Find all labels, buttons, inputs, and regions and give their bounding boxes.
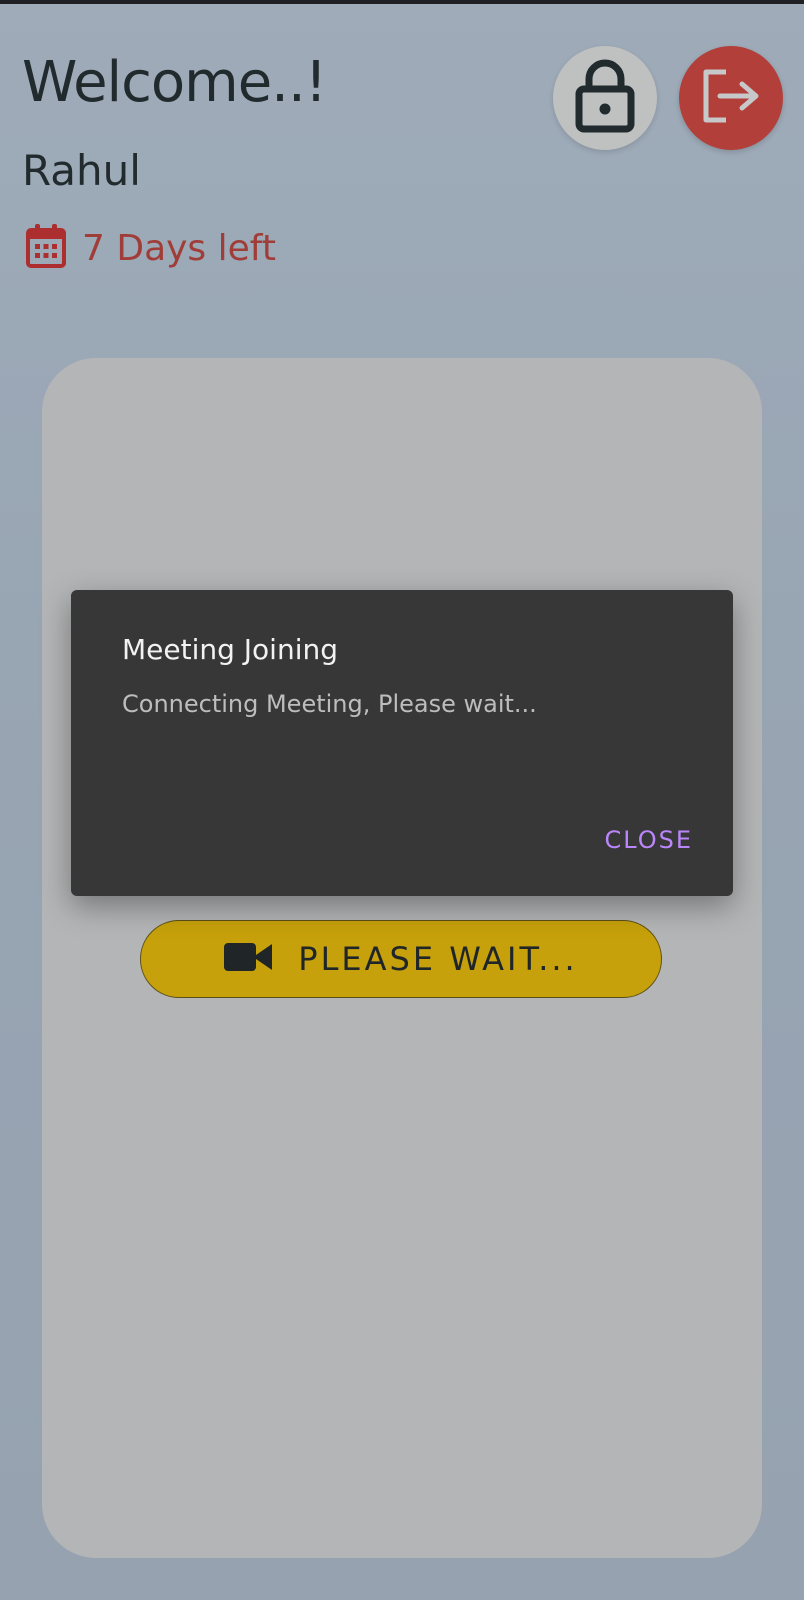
meeting-joining-dialog: Meeting Joining Connecting Meeting, Plea… — [71, 590, 733, 896]
dialog-close-button[interactable]: CLOSE — [604, 826, 693, 854]
dialog-title: Meeting Joining — [122, 633, 339, 666]
dialog-message: Connecting Meeting, Please wait... — [122, 690, 537, 718]
